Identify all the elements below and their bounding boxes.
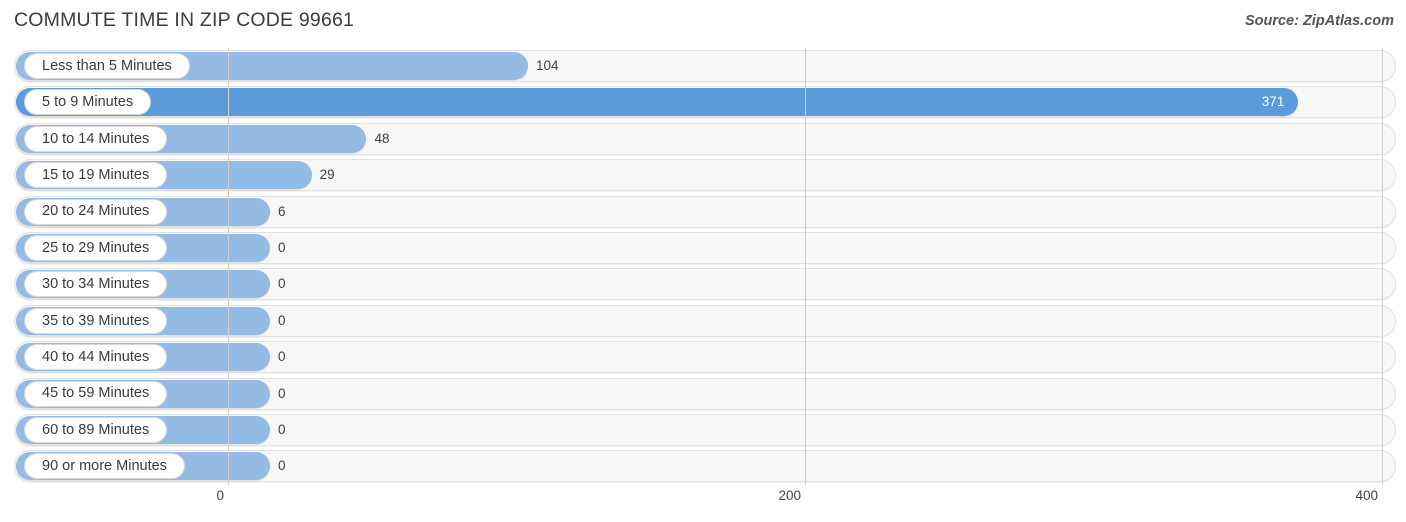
chart-row: 45 to 59 Minutes 0 xyxy=(0,376,1406,412)
category-label-pill: Less than 5 Minutes xyxy=(24,53,190,79)
chart-row: 15 to 19 Minutes 29 xyxy=(0,157,1406,193)
category-label-text: 90 or more Minutes xyxy=(42,458,167,475)
category-label-text: 60 to 89 Minutes xyxy=(42,421,150,438)
chart-row: 10 to 14 Minutes 48 xyxy=(0,121,1406,157)
category-label-pill: 60 to 89 Minutes xyxy=(24,417,168,443)
gridline-400 xyxy=(1382,48,1383,485)
x-axis: 0 200 400 xyxy=(0,485,1406,522)
bar-value-label: 104 xyxy=(536,58,559,73)
category-label-text: 5 to 9 Minutes xyxy=(42,94,134,111)
category-label-pill: 90 or more Minutes xyxy=(24,453,185,480)
category-label-text: 35 to 39 Minutes xyxy=(42,312,150,329)
gridline-0 xyxy=(228,48,229,485)
category-label-text: Less than 5 Minutes xyxy=(42,57,172,74)
category-label-pill: 45 to 59 Minutes xyxy=(24,380,168,407)
category-label-text: 10 to 14 Minutes xyxy=(42,130,150,147)
x-tick-label-400: 400 xyxy=(1355,488,1378,503)
bar-value-label: 0 xyxy=(278,422,286,437)
bar-value-label: 0 xyxy=(278,385,286,401)
x-tick-label-200: 200 xyxy=(778,488,801,503)
chart-header: COMMUTE TIME IN ZIP CODE 99661 Source: Z… xyxy=(0,0,1406,44)
source-attribution: Source: ZipAtlas.com xyxy=(1244,13,1394,29)
chart-plot-area: Less than 5 Minutes 104 5 to 9 Minutes 371 1… xyxy=(0,48,1406,485)
category-label-text: 20 to 24 Minutes xyxy=(42,203,150,220)
chart-row: 20 to 24 Minutes 6 xyxy=(0,194,1406,230)
bar-value-label: 6 xyxy=(278,203,286,219)
bar-value-label: 0 xyxy=(278,240,286,255)
category-label-pill: 10 to 14 Minutes xyxy=(24,125,168,152)
bar-value-label: 0 xyxy=(278,349,286,365)
category-label-text: 30 to 34 Minutes xyxy=(42,276,150,293)
category-label-pill: 20 to 24 Minutes xyxy=(24,198,168,225)
chart-row: 40 to 44 Minutes 0 xyxy=(0,339,1406,375)
category-label-text: 25 to 29 Minutes xyxy=(42,239,150,256)
category-label-pill: 25 to 29 Minutes xyxy=(24,235,168,261)
category-label-pill: 15 to 19 Minutes xyxy=(24,162,168,189)
page-title: COMMUTE TIME IN ZIP CODE 99661 xyxy=(14,9,355,31)
bar-value-label: 0 xyxy=(278,458,286,474)
chart-row: 25 to 29 Minutes 0 xyxy=(0,230,1406,266)
category-label-text: 15 to 19 Minutes xyxy=(42,166,150,183)
category-label-text: 40 to 44 Minutes xyxy=(42,348,150,365)
bar-value-label: 48 xyxy=(374,130,390,146)
category-label-text: 45 to 59 Minutes xyxy=(42,385,150,402)
bar-value-label: 371 xyxy=(1261,94,1285,110)
chart-row: 30 to 34 Minutes 0 xyxy=(0,266,1406,302)
chart-row: 35 to 39 Minutes 0 xyxy=(0,303,1406,339)
bar-value-label: 0 xyxy=(278,276,286,292)
chart-row: Less than 5 Minutes 104 xyxy=(0,48,1406,84)
category-label-pill: 30 to 34 Minutes xyxy=(24,271,168,298)
chart-row: 5 to 9 Minutes 371 xyxy=(0,84,1406,120)
x-tick-label-0: 0 xyxy=(216,488,224,503)
bar-value-label: 29 xyxy=(319,167,335,183)
category-label-pill: 35 to 39 Minutes xyxy=(24,307,168,334)
bar-value-label: 0 xyxy=(278,312,286,328)
chart-row: 60 to 89 Minutes 0 xyxy=(0,412,1406,448)
category-label-pill: 5 to 9 Minutes xyxy=(24,89,152,116)
bar-2[interactable] xyxy=(16,88,1299,117)
chart-row: 90 or more Minutes 0 xyxy=(0,448,1406,484)
category-label-pill: 40 to 44 Minutes xyxy=(24,344,168,371)
gridline-200 xyxy=(805,48,806,485)
